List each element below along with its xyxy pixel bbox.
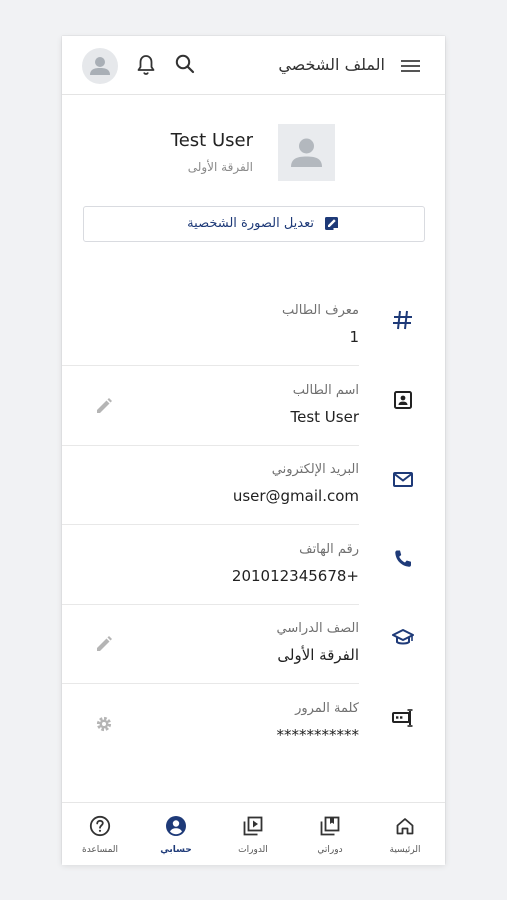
row-divider xyxy=(62,524,359,525)
field-password: كلمة المرور *********** xyxy=(62,685,445,764)
gear-icon[interactable] xyxy=(94,714,114,734)
help-icon xyxy=(89,815,111,837)
user-name: Test User xyxy=(170,130,253,151)
hash-icon xyxy=(393,310,412,330)
nav-item-my-courses[interactable]: دوراتي xyxy=(297,803,363,865)
field-value: 201012345678+ xyxy=(231,567,359,585)
user-silhouette-icon xyxy=(291,138,322,167)
nav-label: دوراتي xyxy=(317,845,343,855)
graduation-cap-icon xyxy=(392,629,414,645)
top-app-bar: الملف الشخصي xyxy=(62,36,445,95)
row-divider xyxy=(62,365,359,366)
search-icon[interactable] xyxy=(173,52,197,76)
nav-item-courses[interactable]: الدورات xyxy=(220,803,286,865)
avatar[interactable] xyxy=(82,48,118,84)
field-label: رقم الهاتف xyxy=(299,542,359,557)
account-icon xyxy=(166,816,186,836)
nav-label: الدورات xyxy=(238,845,268,855)
phone-icon xyxy=(395,550,411,567)
field-value: *********** xyxy=(276,726,360,744)
nav-label: المساعدة xyxy=(81,845,119,855)
row-divider xyxy=(62,683,359,684)
menu-icon[interactable] xyxy=(399,56,423,76)
edit-image-icon xyxy=(325,217,339,230)
field-label: الصف الدراسي xyxy=(276,621,359,636)
nav-label: الرئيسية xyxy=(389,845,421,855)
field-label: معرف الطالب xyxy=(282,303,359,318)
app-screen: الملف الشخصي Test User الفرقة الأولى تعد… xyxy=(62,36,445,865)
bottom-navigation: الرئيسية دوراتي الدورات حسابي المساعدة xyxy=(62,802,445,865)
field-grade: الصف الدراسي الفرقة الأولى xyxy=(62,605,445,684)
bell-icon[interactable] xyxy=(134,53,158,77)
edit-photo-label: تعديل الصورة الشخصية xyxy=(187,216,314,231)
courses-icon xyxy=(243,816,263,836)
field-value: user@gmail.com xyxy=(232,487,359,505)
pencil-icon[interactable] xyxy=(94,396,114,416)
user-silhouette-icon xyxy=(90,57,110,75)
field-phone: رقم الهاتف 201012345678+ xyxy=(62,526,445,605)
field-label: كلمة المرور xyxy=(295,701,359,716)
user-group: الفرقة الأولى xyxy=(187,160,253,174)
field-label: البريد الإلكتروني xyxy=(271,462,359,477)
home-icon xyxy=(396,818,414,835)
password-icon xyxy=(392,709,413,727)
field-email: البريد الإلكتروني user@gmail.com xyxy=(62,446,445,525)
nav-item-home[interactable]: الرئيسية xyxy=(372,803,438,865)
nav-item-help[interactable]: المساعدة xyxy=(67,803,133,865)
pencil-icon[interactable] xyxy=(94,634,114,654)
field-value: 1 xyxy=(349,328,359,346)
nav-label: حسابي xyxy=(160,845,192,855)
page-title: الملف الشخصي xyxy=(278,55,385,74)
field-value: Test User xyxy=(290,408,360,426)
field-label: اسم الطالب xyxy=(292,383,359,398)
field-student-name: اسم الطالب Test User xyxy=(62,367,445,446)
edit-photo-button[interactable]: تعديل الصورة الشخصية xyxy=(83,206,425,242)
nav-item-account[interactable]: حسابي xyxy=(143,803,209,865)
my-courses-icon xyxy=(320,816,340,836)
mail-icon xyxy=(393,472,413,487)
field-value: الفرقة الأولى xyxy=(277,646,359,664)
profile-avatar xyxy=(278,124,335,181)
field-student-id: معرف الطالب 1 xyxy=(62,287,445,366)
contact-card-icon xyxy=(394,391,412,409)
